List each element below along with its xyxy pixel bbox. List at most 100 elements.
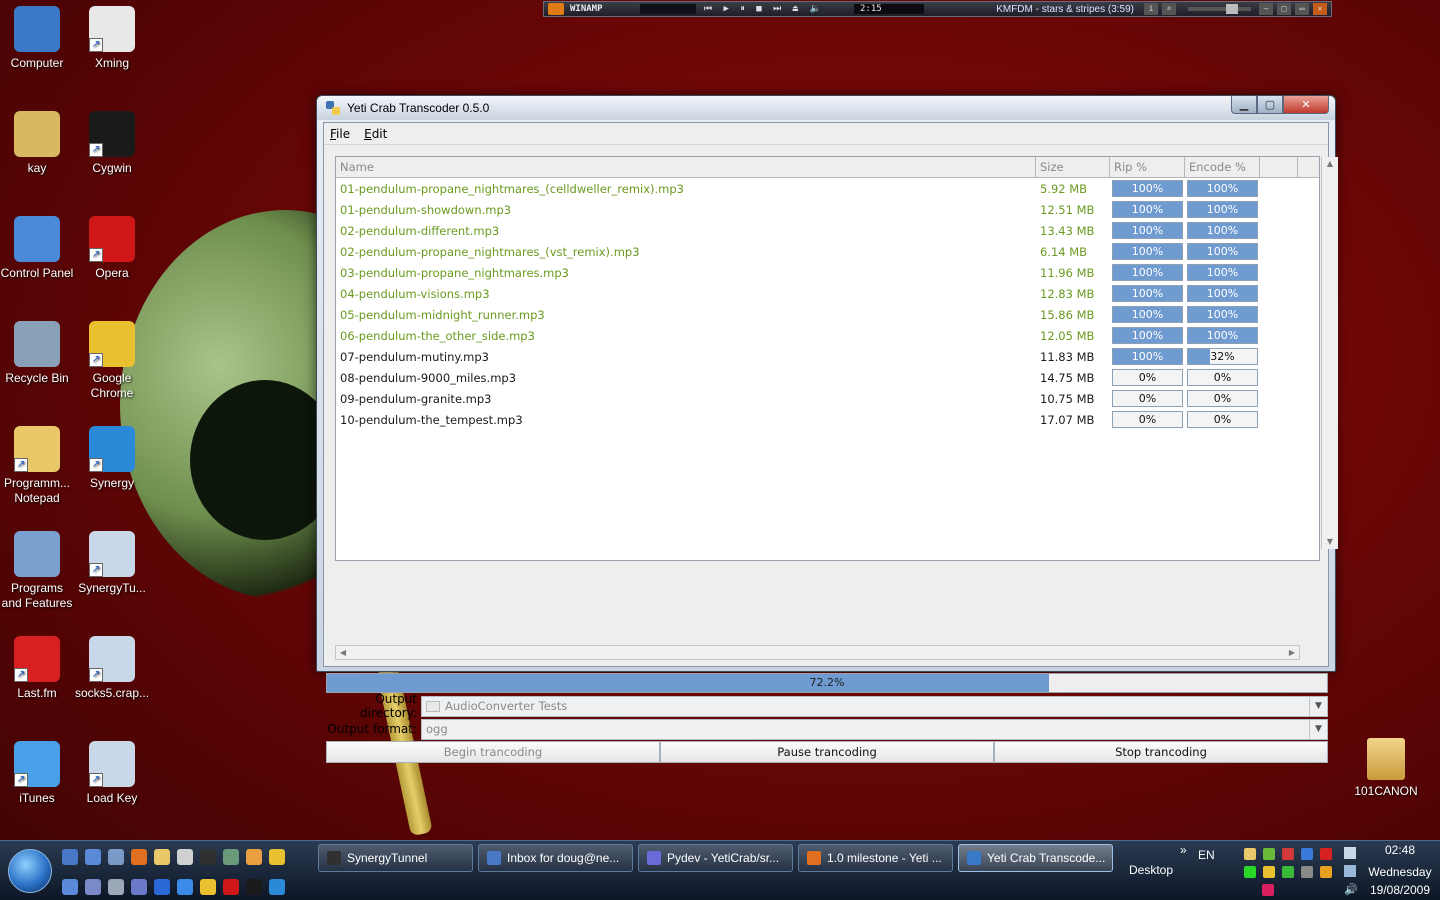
table-row[interactable]: 02-pendulum-different.mp3 13.43 MB 100% 100… [336,220,1319,241]
winamp-seek-slider[interactable] [1188,4,1251,14]
tray-icon[interactable] [1244,848,1256,860]
folder-101canon[interactable]: 101CANON [1349,738,1423,799]
quick-launch-icon[interactable] [200,879,216,895]
winamp-info-icon[interactable]: i [1144,3,1158,15]
desktop-icon[interactable]: ↗ iTunes [0,741,74,806]
table-row[interactable]: 08-pendulum-9000_miles.mp3 14.75 MB 0% 0% [336,367,1319,388]
tray-icon[interactable] [1320,866,1332,878]
tray-icon[interactable] [1301,848,1313,860]
quick-launch-icon[interactable] [131,879,147,895]
winamp-restore-icon[interactable]: □ [1277,3,1291,15]
output-directory-combo[interactable]: AudioConverter Tests ▼ [421,695,1328,717]
quick-launch-icon[interactable] [108,849,124,865]
desktop-icon[interactable]: ↗ Opera [75,216,149,281]
quick-launch-icon[interactable] [200,849,216,865]
tray-icon[interactable] [1282,866,1294,878]
winamp-shade-icon[interactable]: ▭ [1295,3,1309,15]
quick-launch-icon[interactable] [85,879,101,895]
tray-icon[interactable] [1320,848,1332,860]
quick-launch-icon[interactable] [246,849,262,865]
output-format-combo[interactable]: ogg ▼ [421,718,1328,740]
tray-icon[interactable] [1263,848,1275,860]
desktop-icon[interactable]: ↗ Synergy [75,426,149,491]
header-name[interactable]: Name [336,157,1036,177]
desktop-icon[interactable]: Recycle Bin [0,321,74,386]
volume-icon[interactable]: 🔊 [1344,883,1358,896]
vertical-scrollbar[interactable]: ▲ ▼ [1321,157,1338,549]
desktop-icon[interactable]: Computer [0,6,74,71]
header-size[interactable]: Size [1036,157,1110,177]
taskbar-button[interactable]: Inbox for doug@ne... [478,844,633,872]
table-row[interactable]: 01-pendulum-propane_nightmares_(celldwel… [336,178,1319,199]
desktop-icon[interactable]: ↗ socks5.crap... [75,636,149,701]
winamp-seek-knob[interactable] [1225,4,1238,14]
desktop-icon[interactable]: ↗ Google Chrome [75,321,149,401]
tray-icon[interactable] [1263,866,1275,878]
winamp-bar[interactable]: WINAMP ⏮ ▶ ⏸ ■ ⏭ ⏏ 🔈 2:15 KMFDM - stars … [543,1,1332,17]
header-encode[interactable]: Encode % [1185,157,1260,177]
pause-button[interactable]: Pause trancoding [660,741,994,763]
chevron-down-icon[interactable]: ▼ [1309,719,1327,739]
quick-launch-icon[interactable] [85,849,101,865]
winamp-search-icon[interactable]: ⌕ [1162,3,1176,15]
quick-launch-icon[interactable] [177,879,193,895]
desktop-icon[interactable]: kay [0,111,74,176]
table-row[interactable]: 06-pendulum-the_other_side.mp3 12.05 MB 10… [336,325,1319,346]
table-row[interactable]: 02-pendulum-propane_nightmares_(vst_remi… [336,241,1319,262]
taskbar-button[interactable]: SynergyTunnel [318,844,473,872]
menu-file[interactable]: File [330,127,350,141]
scroll-right-icon[interactable]: ▶ [1285,646,1299,659]
network-icon[interactable] [1344,847,1356,859]
minimize-button[interactable]: ▁ [1231,96,1257,114]
table-row[interactable]: 01-pendulum-showdown.mp3 12.51 MB 100% 100% [336,199,1319,220]
scroll-down-icon[interactable]: ▼ [1322,535,1338,549]
table-row[interactable]: 03-pendulum-propane_nightmares.mp3 11.96 … [336,262,1319,283]
winamp-minimize-icon[interactable]: – [1259,3,1273,15]
header-rip[interactable]: Rip % [1110,157,1185,177]
desktop-icon[interactable]: ↗ Programm... Notepad [0,426,74,506]
begin-button[interactable]: Begin trancoding [326,741,660,763]
desktop-toolbar-label[interactable]: Desktop [1129,863,1173,877]
monitor-icon[interactable] [1344,865,1356,877]
taskbar-button[interactable]: Pydev - YetiCrab/sr... [638,844,793,872]
clock[interactable]: 02:48 Wednesday 19/08/2009 [1360,841,1440,898]
scroll-up-icon[interactable]: ▲ [1322,157,1338,171]
desktop-icon[interactable]: ↗ SynergyTu... [75,531,149,596]
quick-launch-icon[interactable] [154,849,170,865]
winamp-close-icon[interactable]: ✕ [1313,3,1327,15]
desktop-icon[interactable]: ↗ Xming [75,6,149,71]
table-row[interactable]: 09-pendulum-granite.mp3 10.75 MB 0% 0% [336,388,1319,409]
quick-launch-icon[interactable] [131,849,147,865]
quick-launch-icon[interactable] [154,879,170,895]
horizontal-scrollbar[interactable]: ◀ ▶ [335,645,1300,660]
scroll-left-icon[interactable]: ◀ [336,646,350,659]
quick-launch-icon[interactable] [223,849,239,865]
quick-launch-icon[interactable] [246,879,262,895]
taskbar-button[interactable]: Yeti Crab Transcode... [958,844,1113,872]
language-indicator[interactable]: EN [1198,848,1215,862]
table-row[interactable]: 07-pendulum-mutiny.mp3 11.83 MB 100% 32% [336,346,1319,367]
taskbar-button[interactable]: 1.0 milestone - Yeti ... [798,844,953,872]
quick-launch-icon[interactable] [269,879,285,895]
close-button[interactable]: ✕ [1283,96,1329,114]
quick-launch-icon[interactable] [62,879,78,895]
tray-icon[interactable] [1282,848,1294,860]
menu-edit[interactable]: Edit [364,127,387,141]
table-row[interactable]: 05-pendulum-midnight_runner.mp3 15.86 MB 1… [336,304,1319,325]
desktop-icon[interactable]: ↗ Load Key [75,741,149,806]
start-button[interactable] [8,849,52,893]
tray-icon[interactable] [1244,866,1256,878]
table-row[interactable]: 10-pendulum-the_tempest.mp3 17.07 MB 0% 0% [336,409,1319,430]
tray-icon[interactable] [1262,884,1274,896]
tray-icon[interactable] [1301,866,1313,878]
quick-launch-icon[interactable] [223,879,239,895]
chevron-down-icon[interactable]: ▼ [1309,696,1327,716]
quick-launch-icon[interactable] [108,879,124,895]
maximize-button[interactable]: ▢ [1257,96,1283,114]
desktop-icon[interactable]: Programs and Features [0,531,74,611]
quick-launch-icon[interactable] [62,849,78,865]
quick-launch-icon[interactable] [177,849,193,865]
desktop-icon[interactable]: ↗ Cygwin [75,111,149,176]
toolbar-chevron-icon[interactable]: » [1180,843,1187,857]
quick-launch-icon[interactable] [269,849,285,865]
